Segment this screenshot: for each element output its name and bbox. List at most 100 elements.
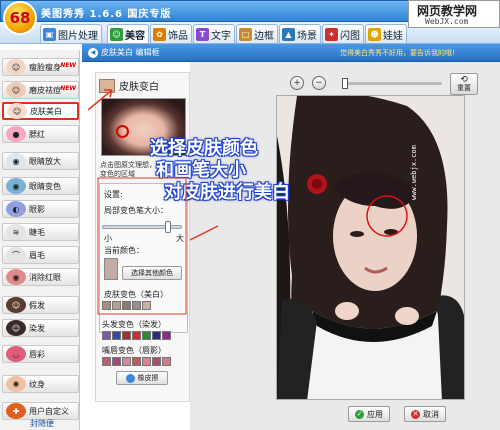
lip-color-swatch[interactable]: [152, 357, 161, 366]
new-badge: NEW: [60, 62, 76, 69]
skin-color-swatch[interactable]: [122, 301, 131, 310]
apply-button[interactable]: ✓ 应用: [348, 406, 390, 422]
zoom-out-button[interactable]: −: [312, 76, 326, 90]
lip-color-swatch[interactable]: [162, 357, 171, 366]
reset-view-button[interactable]: ⟲ 重置: [450, 73, 478, 95]
beauty-icon: ☺: [110, 27, 123, 41]
tab-label: 娃娃: [383, 30, 403, 42]
slider-min-label: 小: [104, 234, 112, 243]
hair-color-swatch[interactable]: [102, 331, 111, 340]
tab-scene[interactable]: ▲ 场景: [279, 24, 321, 43]
tab-beauty[interactable]: ☺ 美容: [107, 24, 149, 43]
annotation-line-3: 对皮肤进行美白: [164, 182, 290, 203]
sidebar-item-hair-dye[interactable]: ☺ 染发: [2, 319, 79, 337]
brush-size-label: 局部变色笔大小：: [104, 206, 168, 215]
hair-color-swatch[interactable]: [122, 331, 131, 340]
brush-size-slider[interactable]: [102, 221, 182, 233]
lip-gloss-icon: ◡: [6, 346, 26, 362]
hair-color-swatch[interactable]: [162, 331, 171, 340]
tab-doll[interactable]: ☻ 娃娃: [365, 24, 407, 43]
feedback-link[interactable]: 觉得美白秀秀不好用，要告诉我的哦!: [340, 48, 455, 58]
sidebar-item-wig[interactable]: ☺ 假发: [2, 296, 79, 314]
sidebar-item-eyelash[interactable]: ≋ 睫毛: [2, 223, 79, 241]
sidebar-item-skin-whiten[interactable]: ☺ 皮肤美白: [2, 102, 79, 120]
lip-color-swatch[interactable]: [112, 357, 121, 366]
tab-picture[interactable]: ▣ 图片处理: [40, 24, 102, 43]
skin-whiten-icon: ☺: [7, 103, 27, 119]
slider-knob[interactable]: [164, 221, 171, 233]
lip-color-swatch[interactable]: [102, 357, 111, 366]
doll-icon: ☻: [368, 27, 381, 41]
tab-label: 美容: [125, 30, 145, 42]
skin-color-swatch[interactable]: [102, 301, 111, 310]
skin-color-label: 皮肤变色（美白）: [104, 290, 168, 299]
reset-view-label: 重置: [457, 84, 471, 92]
current-color-swatch: [104, 258, 118, 280]
annotation-line-2: 和画笔大小: [156, 160, 246, 181]
sidebar-item-label: 眼影: [29, 204, 45, 214]
face-slim-icon: ☺: [6, 59, 26, 75]
watermark: www.webjx.com: [410, 145, 418, 200]
hair-color-swatch[interactable]: [142, 331, 151, 340]
sidebar-item-tattoo[interactable]: ✺ 纹身: [2, 375, 79, 393]
eraser-button[interactable]: 橡皮擦: [116, 371, 168, 385]
lip-color-swatch[interactable]: [142, 357, 151, 366]
tab-label: 闪图: [340, 30, 360, 42]
editor-header: ◀ 皮肤美白 编辑框 觉得美白秀秀不好用，要告诉我的哦!: [82, 44, 500, 62]
sidebar-item-skin-smooth[interactable]: ☺ 磨皮祛痘 NEW: [2, 81, 79, 99]
skin-color-swatch[interactable]: [142, 301, 151, 310]
new-badge: NEW: [60, 85, 76, 92]
tab-label: 图片处理: [58, 30, 98, 42]
cancel-button[interactable]: ✕ 取消: [404, 406, 446, 422]
reset-view-icon: ⟲: [460, 75, 468, 85]
sidebar-item-label: 眼睛变色: [29, 181, 61, 191]
sidebar: ☺ 瘦脸瘦身 NEW ☺ 磨皮祛痘 NEW ☺ 皮肤美白 ● 腮红 ◉ 眼睛放大 ◉ 眼睛变色 …: [0, 50, 80, 430]
sidebar-item-eye-color[interactable]: ◉ 眼睛变色: [2, 177, 79, 195]
sidebar-item-red-eye[interactable]: ◉ 消除红眼: [2, 268, 79, 286]
sidebar-item-label: 染发: [29, 323, 45, 333]
zoom-toolbar: + − ⟲ 重置: [290, 73, 498, 95]
wig-icon: ☺: [6, 297, 26, 313]
hair-color-swatch[interactable]: [152, 331, 161, 340]
tab-label: 边框: [254, 30, 274, 42]
settings-panel: 皮肤变白 点击图原文理想，需要变色的区域 设置: 局部变色笔大小： 小 大 当前…: [95, 72, 190, 402]
tab-text[interactable]: T 文字: [193, 24, 235, 43]
back-icon[interactable]: ◀: [88, 47, 98, 58]
eraser-label: 橡皮擦: [137, 374, 159, 382]
sidebar-item-face-slim[interactable]: ☺ 瘦脸瘦身 NEW: [2, 58, 79, 76]
sidebar-item-label: 眉毛: [29, 250, 45, 260]
annotation-line-1: 选择皮肤颜色: [150, 138, 258, 159]
close-icon: ✕: [411, 409, 420, 419]
sidebar-item-label: 消除红眼: [29, 272, 61, 282]
lip-color-label: 嘴唇变色（唇影）: [102, 346, 166, 355]
tab-label: 场景: [297, 30, 317, 42]
sidebar-item-blush[interactable]: ● 腮红: [2, 125, 79, 143]
zoom-in-button[interactable]: +: [290, 76, 304, 90]
hair-dye-icon: ☺: [6, 320, 26, 336]
sidebar-item-eye-enlarge[interactable]: ◉ 眼睛放大: [2, 152, 79, 170]
panel-title-text: 皮肤变白: [119, 82, 159, 93]
skin-color-swatch[interactable]: [112, 301, 121, 310]
pick-color-button[interactable]: 选择其他颜色: [122, 266, 182, 280]
brand-logo: 网页教学网 WebJX.com: [408, 0, 500, 28]
frame-icon: □: [239, 27, 252, 41]
cancel-label: 取消: [423, 409, 439, 419]
photo-canvas[interactable]: [276, 95, 465, 400]
tab-flash[interactable]: ✦ 闪图: [322, 24, 364, 43]
tab-frame[interactable]: □ 边框: [236, 24, 278, 43]
lip-color-swatch[interactable]: [132, 357, 141, 366]
tab-ornament[interactable]: ✿ 饰品: [150, 24, 192, 43]
help-link[interactable]: 封随便: [30, 418, 54, 429]
zoom-slider-knob[interactable]: [342, 78, 348, 89]
lip-color-swatch[interactable]: [122, 357, 131, 366]
zoom-slider[interactable]: [342, 78, 442, 89]
skin-color-swatch[interactable]: [132, 301, 141, 310]
sidebar-item-eyeshadow[interactable]: ◐ 眼影: [2, 200, 79, 218]
hair-color-swatch[interactable]: [112, 331, 121, 340]
sidebar-item-lip-gloss[interactable]: ◡ 唇彩: [2, 345, 79, 363]
hair-color-swatch[interactable]: [132, 331, 141, 340]
sidebar-item-eyebrow[interactable]: ⌒ 眉毛: [2, 246, 79, 264]
custom-icon: ✚: [6, 403, 26, 419]
red-eye-icon: ◉: [6, 269, 26, 285]
text-icon: T: [196, 27, 209, 41]
